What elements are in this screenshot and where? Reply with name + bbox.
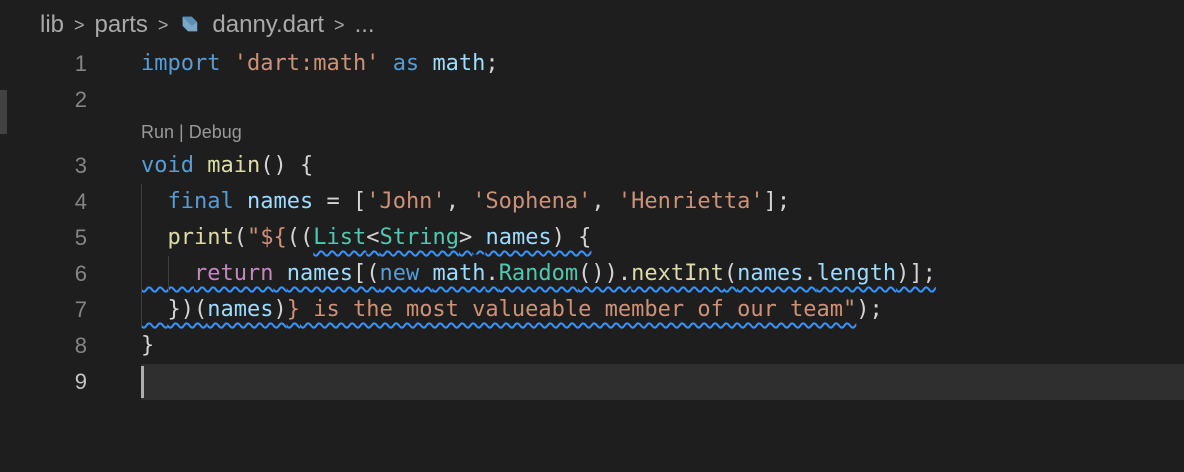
breadcrumb-parts[interactable]: parts — [95, 11, 148, 39]
code-text: return names[(new math.Random()).nextInt… — [193, 261, 936, 286]
code-text: })(names)} is the most valueable member … — [167, 297, 883, 322]
code-line-5[interactable]: 5 print("${((List<String> names) { — [0, 220, 1184, 256]
code-text: import 'dart:math' as math; — [141, 51, 499, 76]
dart-file-icon — [182, 16, 198, 32]
code-text: final names = ['John', 'Sophena', 'Henri… — [167, 189, 791, 214]
code-line-3[interactable]: 3 void main() { — [0, 148, 1184, 184]
code-line-1[interactable]: 1 import 'dart:math' as math; — [0, 46, 1184, 82]
breadcrumb-file[interactable]: danny.dart — [212, 11, 324, 39]
chevron-right-icon: > — [74, 14, 85, 35]
line-number: 1 — [74, 51, 87, 76]
code-line-6[interactable]: 6 return names[(new math.Random()).nextI… — [0, 256, 1184, 292]
code-text: } — [141, 333, 155, 358]
breadcrumb: lib > parts > danny.dart > ... — [40, 8, 375, 42]
breadcrumb-lib[interactable]: lib — [40, 11, 64, 39]
debug-codelens[interactable]: Debug — [189, 122, 242, 142]
code-editor[interactable]: 1 import 'dart:math' as math; 2 Run | De… — [0, 46, 1184, 472]
line-number: 4 — [74, 189, 87, 214]
chevron-right-icon: > — [157, 14, 169, 35]
indent-guide — [168, 256, 169, 292]
code-line-7[interactable]: 7 })(names)} is the most valueable membe… — [0, 292, 1184, 328]
line-number: 7 — [74, 297, 87, 322]
indent-guide — [141, 184, 142, 328]
code-line-4[interactable]: 4 final names = ['John', 'Sophena', 'Hen… — [0, 184, 1184, 220]
code-line-9[interactable]: 9 — [0, 364, 1184, 400]
line-number: 5 — [74, 225, 87, 250]
run-codelens[interactable]: Run — [141, 122, 174, 142]
code-line-2[interactable]: 2 — [0, 82, 1184, 118]
line-number: 3 — [74, 153, 87, 178]
line-number: 9 — [74, 369, 87, 394]
chevron-right-icon: > — [334, 14, 345, 35]
code-text: void main() { — [141, 153, 314, 178]
line-number: 2 — [74, 87, 87, 112]
code-line-8[interactable]: 8 } — [0, 328, 1184, 364]
line-number: 8 — [74, 333, 87, 358]
line-number: 6 — [74, 261, 87, 286]
text-cursor — [141, 366, 144, 398]
current-line-highlight — [141, 364, 1184, 400]
breadcrumb-more[interactable]: ... — [355, 11, 375, 39]
code-text: print("${((List<String> names) { — [167, 225, 592, 250]
codelens: Run | Debug — [141, 118, 242, 146]
codelens-divider: | — [174, 122, 189, 142]
